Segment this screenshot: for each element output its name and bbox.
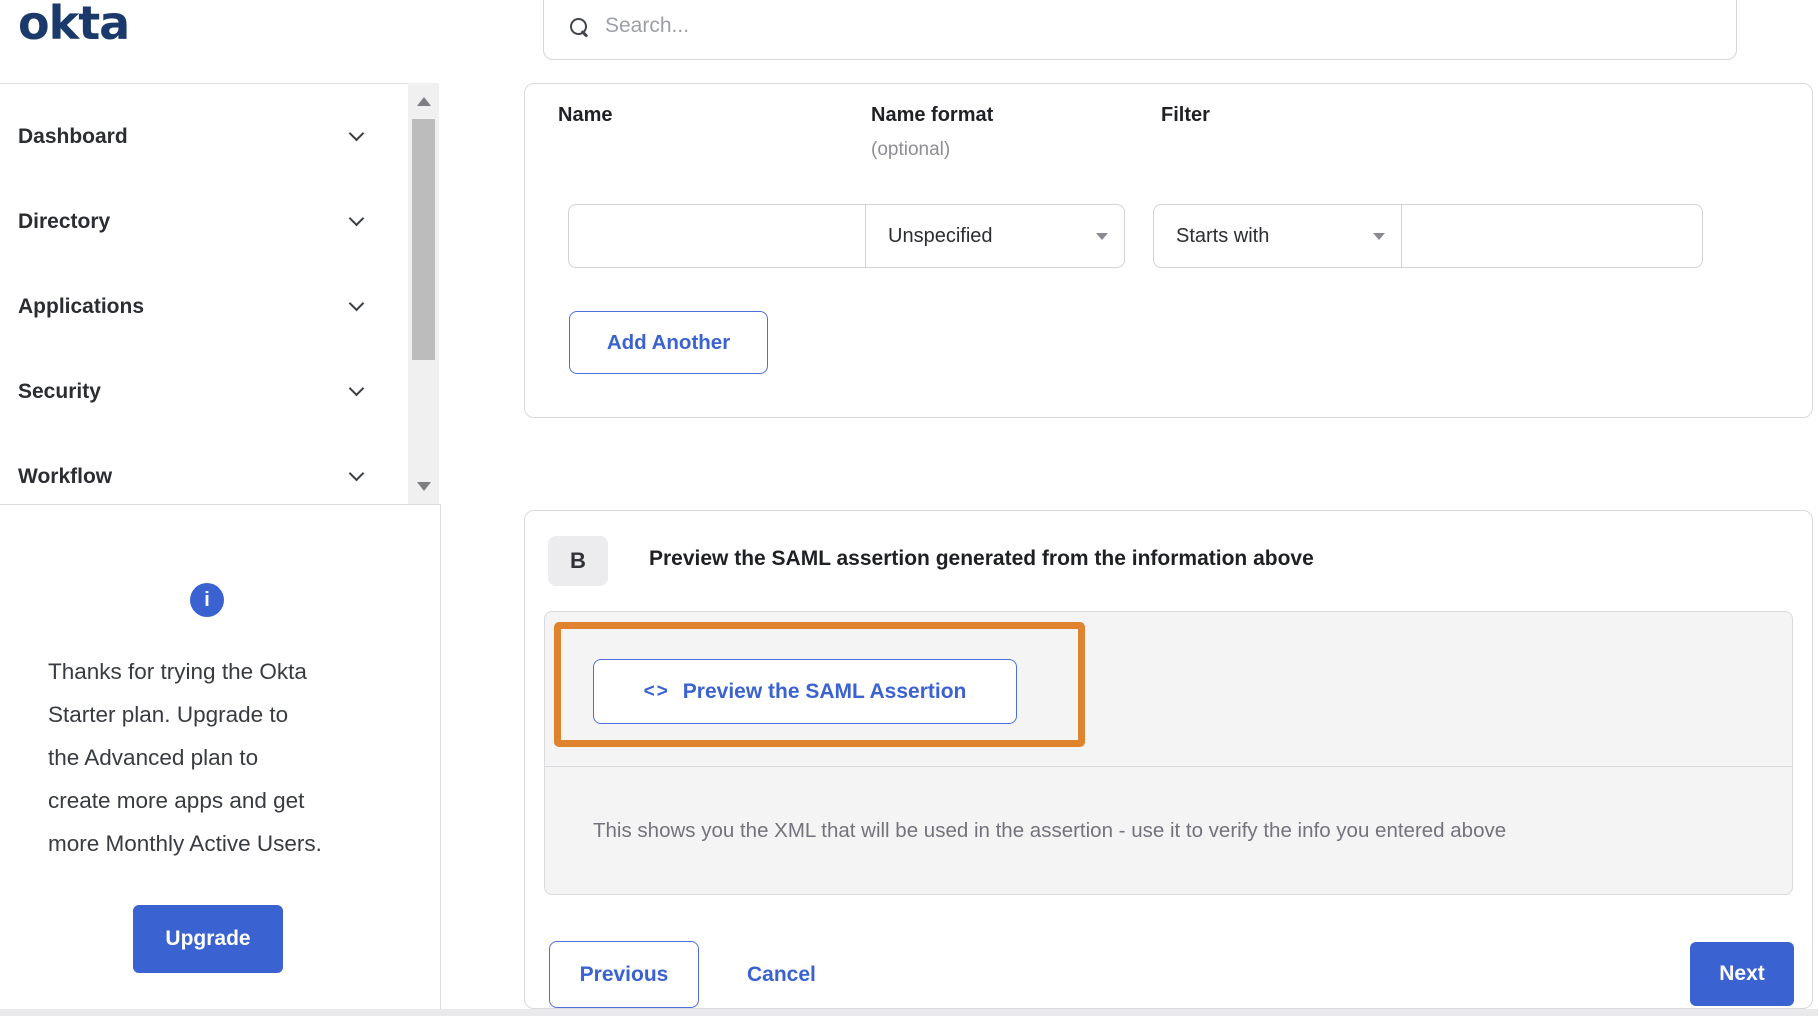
okta-logo[interactable]: okta [18, 0, 129, 50]
plan-note-line: Starter plan. Upgrade to [48, 693, 388, 736]
info-icon-glyph: i [204, 589, 210, 612]
chevron-down-icon [349, 210, 365, 226]
sidebar-right-divider [440, 505, 441, 1009]
sidebar-nav: Dashboard Directory Applications Securit… [0, 84, 408, 505]
preview-saml-assertion-button[interactable]: <> Preview the SAML Assertion [593, 659, 1017, 724]
upgrade-button[interactable]: Upgrade [133, 905, 283, 973]
filter-value-input[interactable] [1401, 204, 1703, 268]
sidebar-item-security[interactable]: Security [18, 349, 408, 434]
code-icon: <> [644, 681, 670, 703]
next-button[interactable]: Next [1690, 942, 1794, 1006]
cancel-link[interactable]: Cancel [747, 941, 816, 1008]
search-icon [570, 18, 587, 35]
preview-button-label: Preview the SAML Assertion [683, 680, 967, 704]
add-another-button[interactable]: Add Another [569, 311, 768, 374]
chevron-down-icon [349, 295, 365, 311]
plan-note-line: the Advanced plan to [48, 736, 388, 779]
preview-button-area: <> Preview the SAML Assertion [545, 612, 1792, 767]
search-box[interactable] [543, 0, 1737, 60]
plan-note-text: Thanks for trying the Okta Starter plan.… [48, 650, 388, 865]
sidebar-item-workflow[interactable]: Workflow [18, 434, 408, 519]
plan-note-line: create more apps and get [48, 779, 388, 822]
sidebar-bottom-divider [0, 504, 441, 505]
preview-description: This shows you the XML that will be used… [593, 819, 1506, 843]
filter-type-select[interactable]: Starts with [1153, 204, 1402, 268]
plan-note-line: Thanks for trying the Okta [48, 650, 388, 693]
section-b-title: Preview the SAML assertion generated fro… [649, 547, 1314, 571]
attribute-name-input[interactable] [568, 204, 866, 268]
saml-preview-card: B Preview the SAML assertion generated f… [524, 510, 1813, 1009]
chevron-down-icon [349, 380, 365, 396]
select-caret-icon [1373, 233, 1385, 240]
plan-note-line: more Monthly Active Users. [48, 822, 388, 865]
sidebar-item-label: Security [18, 380, 101, 404]
previous-button[interactable]: Previous [549, 941, 699, 1008]
scrollbar-thumb[interactable] [412, 119, 435, 360]
preview-panel: <> Preview the SAML Assertion This shows… [544, 611, 1793, 895]
search-input[interactable] [603, 13, 1203, 39]
name-format-select[interactable]: Unspecified [865, 204, 1125, 268]
info-icon: i [190, 583, 224, 617]
sidebar-item-label: Dashboard [18, 125, 128, 149]
attribute-statements-card: Name Name format (optional) Filter Unspe… [524, 83, 1813, 418]
sidebar-scrollbar[interactable] [408, 83, 439, 505]
name-column-label: Name [558, 104, 612, 127]
step-b-badge: B [548, 536, 608, 586]
filter-column-label: Filter [1161, 104, 1210, 127]
page-bottom-edge [0, 1009, 1818, 1016]
name-format-selected-value: Unspecified [888, 225, 993, 248]
chevron-down-icon [349, 465, 365, 481]
sidebar-item-label: Directory [18, 210, 110, 234]
sidebar-item-directory[interactable]: Directory [18, 179, 408, 264]
scroll-down-arrow-icon[interactable] [417, 482, 431, 491]
name-format-column-label: Name format [871, 104, 993, 127]
scroll-up-arrow-icon[interactable] [417, 97, 431, 106]
chevron-down-icon [349, 125, 365, 141]
sidebar-item-label: Applications [18, 295, 144, 319]
sidebar-item-applications[interactable]: Applications [18, 264, 408, 349]
name-format-optional-label: (optional) [871, 139, 950, 161]
filter-type-selected-value: Starts with [1176, 225, 1269, 248]
sidebar-item-dashboard[interactable]: Dashboard [18, 94, 408, 179]
sidebar-item-label: Workflow [18, 465, 112, 489]
select-caret-icon [1096, 233, 1108, 240]
